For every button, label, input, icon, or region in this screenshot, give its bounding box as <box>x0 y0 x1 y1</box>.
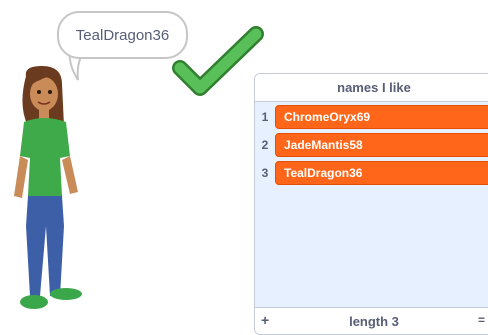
list-item-index: 2 <box>261 138 269 152</box>
list-item-index: 1 <box>261 110 269 124</box>
list-items: 1 ChromeOryx69 2 JadeMantis58 3 TealDrag… <box>255 102 488 185</box>
add-item-button[interactable]: + <box>261 312 269 328</box>
list-item-value[interactable]: TealDragon36 <box>275 161 488 185</box>
list-monitor: names I like 1 ChromeOryx69 2 JadeMantis… <box>254 73 488 335</box>
list-item-value[interactable]: ChromeOryx69 <box>275 105 488 129</box>
resize-handle[interactable]: = <box>478 313 485 327</box>
checkmark-icon <box>172 26 264 96</box>
speech-bubble-text: TealDragon36 <box>75 26 170 44</box>
list-title: names I like <box>255 74 488 102</box>
list-length-label: length 3 <box>349 313 399 329</box>
list-item[interactable]: 3 TealDragon36 <box>255 161 488 185</box>
list-footer: + length 3 = <box>255 307 488 334</box>
speech-bubble: TealDragon36 <box>57 11 188 59</box>
list-item[interactable]: 1 ChromeOryx69 <box>255 105 488 129</box>
list-item-value[interactable]: JadeMantis58 <box>275 133 488 157</box>
character-sprite[interactable] <box>4 66 94 316</box>
list-item-index: 3 <box>261 166 269 180</box>
list-item[interactable]: 2 JadeMantis58 <box>255 133 488 157</box>
